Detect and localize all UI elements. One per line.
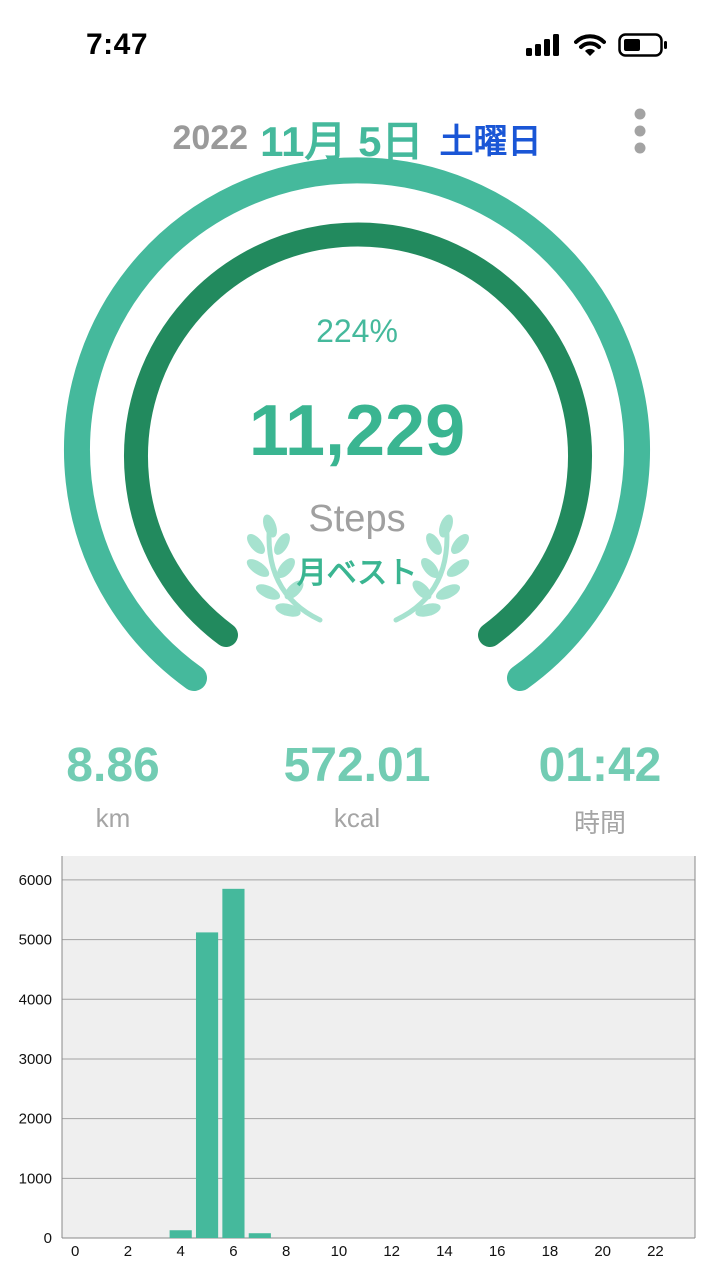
chart-x-tick-label: 22 [647, 1243, 664, 1260]
more-options-button[interactable] [628, 108, 652, 154]
stat-calories-label: kcal [333, 803, 381, 833]
chart-y-tick-label: 2000 [19, 1111, 52, 1128]
stat-distance: 8.86 km [3, 738, 223, 834]
wifi-icon [574, 34, 606, 56]
stat-duration: 01:42 時間 [490, 738, 710, 840]
chart-y-tick-label: 3000 [19, 1051, 52, 1068]
cellular-signal-icon [526, 34, 559, 56]
chart-x-tick-label: 2 [124, 1243, 132, 1260]
stat-duration-value: 01:42 [538, 739, 662, 792]
chart-plot-area [62, 856, 695, 1238]
stat-calories-value: 572.01 [283, 739, 431, 792]
stat-distance-value: 8.86 [66, 739, 160, 792]
chart-y-tick-label: 5000 [19, 932, 52, 949]
chart-bar [222, 888, 245, 1238]
chart-x-tick-label: 14 [436, 1243, 453, 1260]
chart-x-tick-label: 10 [331, 1243, 348, 1260]
chart-y-tick-label: 1000 [19, 1170, 52, 1187]
chart-x-tick-label: 4 [177, 1243, 185, 1260]
chart-x-tick-label: 8 [282, 1243, 290, 1260]
chart-bar [248, 1233, 271, 1238]
stat-distance-label: km [95, 803, 131, 833]
hourly-steps-chart: 0 1000 2000 3000 4000 5000 6000 0 2 4 6 8 10 12 14 16 18… [19, 856, 696, 1260]
chart-x-tick-label: 0 [71, 1243, 79, 1260]
chart-y-tick-label: 6000 [19, 872, 52, 889]
status-time: 7:47 [86, 28, 149, 61]
chart-y-tick-label: 4000 [19, 991, 52, 1008]
gauge-unit-label: Steps [308, 498, 406, 540]
stat-calories: 572.01 kcal [247, 738, 467, 834]
chart-x-tick-label: 6 [229, 1243, 237, 1260]
battery-icon [618, 33, 667, 57]
chart-x-tick-label: 16 [489, 1243, 506, 1260]
chart-bar [169, 1230, 192, 1238]
chart-x-tick-label: 18 [542, 1243, 559, 1260]
gauge-step-count: 11,229 [248, 391, 466, 471]
chart-x-tick-label: 20 [594, 1243, 611, 1260]
stat-duration-label: 時間 [573, 808, 626, 838]
chart-y-tick-label: 0 [44, 1230, 52, 1247]
status-icons [526, 33, 668, 57]
chart-bar [195, 932, 219, 1238]
chart-x-tick-label: 12 [383, 1243, 400, 1260]
monthly-best-badge: 月ベスト [296, 557, 418, 590]
more-vertical-icon [634, 108, 646, 154]
gauge-percent: 224% [316, 313, 398, 349]
